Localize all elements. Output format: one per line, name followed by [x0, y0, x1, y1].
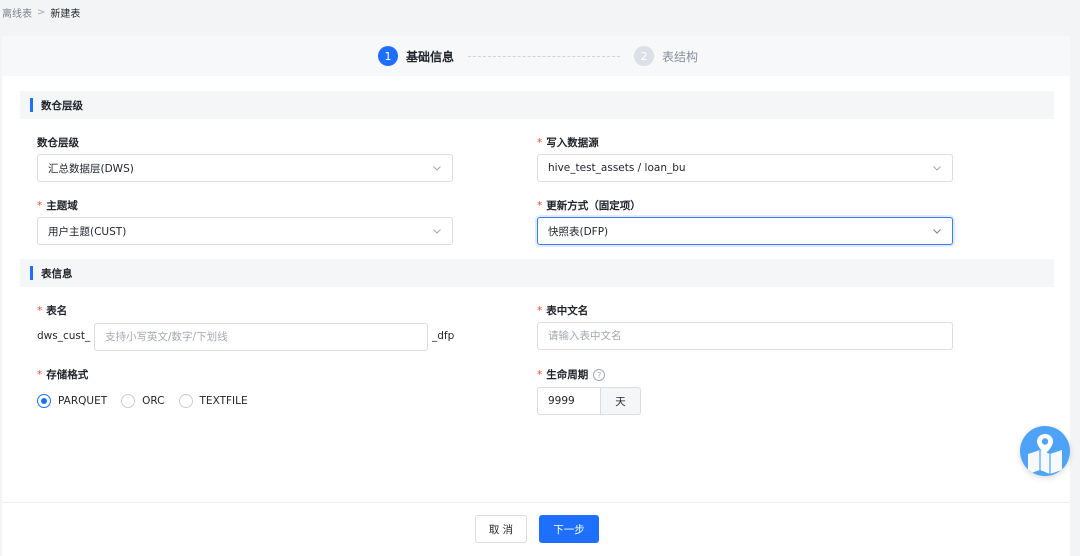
radio-circle — [178, 394, 193, 408]
radio-textfile[interactable]: TEXTFILE — [178, 394, 248, 408]
chevron-down-icon — [933, 166, 941, 171]
step-table-structure[interactable]: 2 表结构 — [634, 46, 698, 66]
step-label: 表结构 — [662, 49, 699, 64]
question-circle-icon[interactable]: ? — [593, 369, 606, 381]
select-value: hive_test_assets / loan_bu — [548, 162, 686, 174]
radio-label: TEXTFILE — [199, 395, 248, 407]
step-number: 2 — [634, 46, 654, 66]
step-number: 1 — [378, 46, 398, 66]
map-guide-icon[interactable] — [1020, 426, 1070, 476]
breadcrumb-separator: > — [37, 6, 46, 18]
update-mode-select[interactable]: 快照表(DFP) — [537, 217, 953, 245]
lifecycle-input-group: 天 — [537, 387, 641, 415]
map-guide-graphic — [1028, 434, 1062, 474]
storage-format-label: * 存储格式 — [37, 369, 89, 381]
subject-label: * 主题域 — [37, 200, 78, 212]
datasource-label: * 写入数据源 — [537, 137, 599, 149]
select-value: 用户主题(CUST) — [48, 225, 127, 238]
form-card: 1 基础信息 2 表结构 数仓层级 数仓层级 汇总数据层(DWS) * 写入数据源… — [2, 36, 1070, 556]
section-accent-bar — [30, 98, 33, 112]
table-cn-name-label: * 表中文名 — [537, 305, 589, 317]
radio-orc[interactable]: ORC — [121, 394, 165, 408]
table-name-prefix: dws_cust_ — [37, 330, 91, 342]
form-footer: 取 消 下一步 — [2, 502, 1070, 556]
cancel-button[interactable]: 取 消 — [475, 515, 527, 543]
step-label: 基础信息 — [406, 49, 455, 64]
chevron-down-icon — [433, 229, 441, 234]
steps-bar: 1 基础信息 2 表结构 — [2, 36, 1070, 76]
storage-format-radio-group: PARQUET ORC TEXTFILE — [37, 394, 248, 408]
table-cn-name-input[interactable] — [537, 322, 953, 350]
next-step-button[interactable]: 下一步 — [539, 515, 599, 543]
update-mode-label: * 更新方式（固定项） — [537, 200, 641, 212]
breadcrumb: 离线表 > 新建表 — [0, 0, 80, 24]
breadcrumb-parent[interactable]: 离线表 — [2, 5, 32, 20]
table-name-label: * 表名 — [37, 305, 68, 317]
select-value: 汇总数据层(DWS) — [48, 162, 134, 175]
section-header-layer: 数仓层级 — [20, 91, 1054, 119]
radio-label: PARQUET — [58, 395, 108, 407]
chevron-down-icon — [433, 166, 441, 171]
step-basic-info[interactable]: 1 基础信息 — [378, 46, 454, 66]
radio-parquet[interactable]: PARQUET — [37, 394, 107, 408]
lifecycle-input[interactable] — [537, 387, 601, 415]
chevron-down-icon — [933, 229, 941, 234]
section-header-table: 表信息 — [20, 259, 1054, 287]
radio-label: ORC — [142, 395, 165, 407]
layer-select[interactable]: 汇总数据层(DWS) — [37, 154, 453, 182]
radio-circle — [37, 394, 51, 408]
section-title: 表信息 — [41, 267, 73, 280]
lifecycle-unit: 天 — [601, 387, 641, 415]
section-accent-bar — [30, 266, 33, 280]
select-value: 快照表(DFP) — [548, 225, 609, 238]
layer-label: 数仓层级 — [37, 137, 79, 149]
radio-circle — [121, 394, 136, 408]
table-name-suffix: _dfp — [432, 330, 455, 342]
breadcrumb-current: 新建表 — [50, 8, 81, 20]
datasource-select[interactable]: hive_test_assets / loan_bu — [537, 154, 953, 182]
step-connector — [468, 56, 620, 57]
table-name-input[interactable] — [94, 323, 428, 351]
subject-select[interactable]: 用户主题(CUST) — [37, 217, 453, 245]
section-title: 数仓层级 — [41, 99, 83, 112]
lifecycle-label: * 生命周期? — [537, 367, 606, 382]
